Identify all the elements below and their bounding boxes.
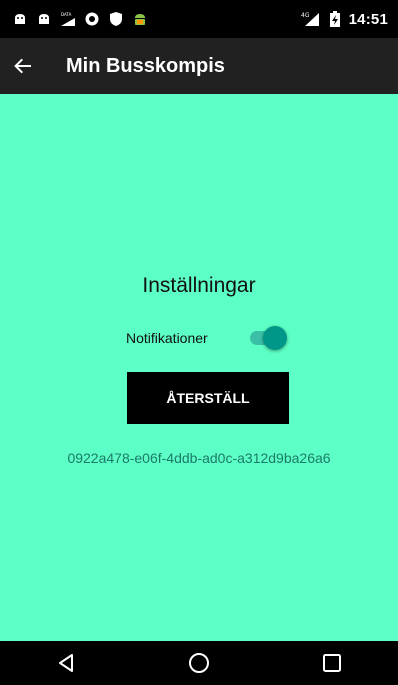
settings-title: Inställningar xyxy=(142,274,256,297)
status-bar: DATA 4G 14:51 xyxy=(0,0,398,38)
status-indicators: 4G 14:51 xyxy=(301,11,388,28)
home-circle-icon xyxy=(188,653,209,673)
data-signal-icon: DATA xyxy=(60,11,76,27)
device-id: 0922a478-e06f-4ddb-ad0c-a312d9ba26a6 xyxy=(67,450,331,466)
battery-charging-icon xyxy=(327,11,343,27)
svg-text:4G: 4G xyxy=(301,12,310,19)
signal-4g-icon: 4G xyxy=(301,11,321,27)
notification-icons: DATA xyxy=(12,11,148,27)
nav-back-button[interactable] xyxy=(46,643,86,683)
circle-app-icon xyxy=(84,11,100,27)
android-icon xyxy=(36,11,52,27)
svg-text:DATA: DATA xyxy=(61,12,72,17)
arrow-back-icon xyxy=(14,58,31,74)
navigation-bar xyxy=(0,641,398,685)
nav-home-button[interactable] xyxy=(179,643,219,683)
app-title: Min Busskompis xyxy=(66,54,225,77)
reset-button[interactable]: ÅTERSTÄLL xyxy=(127,372,289,424)
toggle-thumb xyxy=(263,326,287,350)
notifications-label: Notifikationer xyxy=(126,330,208,346)
notifications-toggle[interactable] xyxy=(248,326,287,350)
settings-screen: Inställningar Notifikationer ÅTERSTÄLL 0… xyxy=(0,94,398,641)
recents-square-icon xyxy=(322,654,341,672)
android-icon xyxy=(12,11,28,27)
nav-recents-button[interactable] xyxy=(312,643,352,683)
app-bar: Min Busskompis xyxy=(0,38,398,94)
back-triangle-icon xyxy=(59,654,74,672)
android-robot-icon xyxy=(132,11,148,27)
back-button[interactable] xyxy=(14,49,48,83)
shield-icon xyxy=(108,11,124,27)
status-time: 14:51 xyxy=(348,10,388,28)
notifications-row: Notifikationer xyxy=(126,326,287,350)
